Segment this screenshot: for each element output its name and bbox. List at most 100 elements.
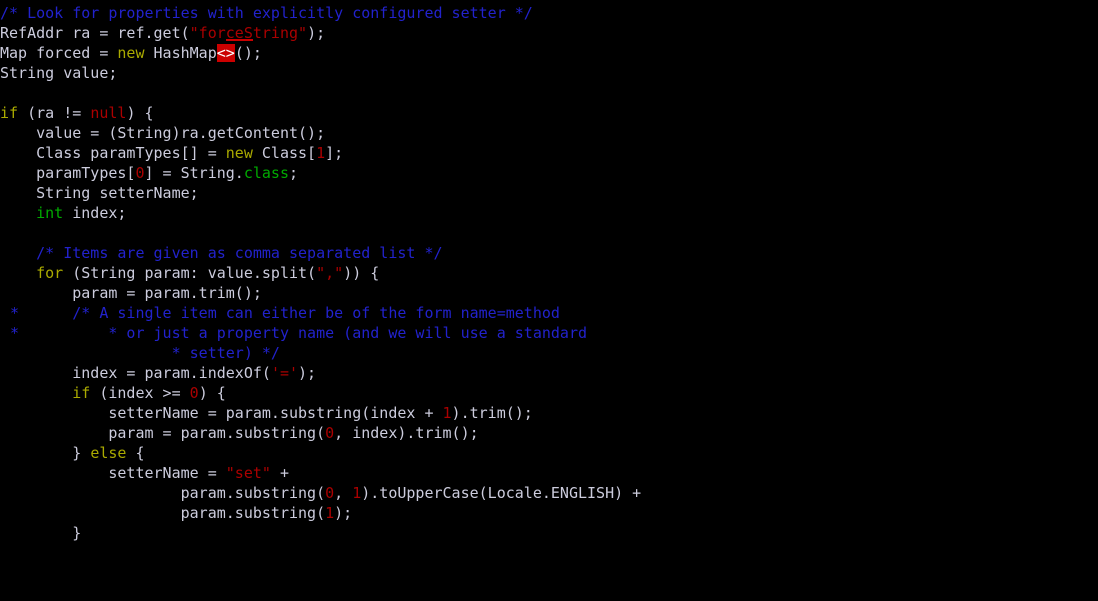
code-line[interactable]: paramTypes[0] = String.class; bbox=[0, 163, 1098, 183]
code-line[interactable]: index = param.indexOf('='); bbox=[0, 363, 1098, 383]
code-token-def: Class paramTypes[] = bbox=[0, 144, 226, 162]
code-line[interactable] bbox=[0, 223, 1098, 243]
code-token-def: setterName = param.substring(index + bbox=[0, 404, 443, 422]
gutter-asterisk-mark: * bbox=[10, 324, 20, 342]
code-token-def: param = param.substring( bbox=[0, 424, 326, 442]
code-line[interactable]: param.substring(0, 1).toUpperCase(Locale… bbox=[0, 483, 1098, 503]
code-token-def: index; bbox=[63, 204, 127, 222]
code-line[interactable]: if (ra != null) { bbox=[0, 103, 1098, 123]
code-line[interactable]: param.substring(1); bbox=[0, 503, 1098, 523]
code-line[interactable]: param = param.trim(); bbox=[0, 283, 1098, 303]
code-line[interactable]: * or just a property name (and we will u… bbox=[0, 323, 1098, 343]
code-token-def: ; bbox=[289, 164, 299, 182]
code-token-def: Class[ bbox=[252, 144, 317, 162]
code-line[interactable]: } bbox=[0, 523, 1098, 543]
code-token-def: (); bbox=[234, 44, 262, 62]
code-token-def: setterName = bbox=[0, 464, 226, 482]
code-token-keyword: else bbox=[90, 444, 127, 462]
code-view[interactable]: /* Look for properties with explicitly c… bbox=[0, 3, 1098, 543]
code-token-def: ) { bbox=[126, 104, 154, 122]
code-token-def: ); bbox=[307, 24, 326, 42]
code-token-def: ] = String. bbox=[144, 164, 244, 182]
code-token-def: index = param.indexOf( bbox=[0, 364, 271, 382]
code-token-def: } bbox=[0, 524, 82, 542]
code-line[interactable]: Map forced = new HashMap<>(); bbox=[0, 43, 1098, 63]
code-token-def: value = (String)ra.getContent(); bbox=[0, 124, 326, 142]
code-token-def: , index).trim(); bbox=[334, 424, 479, 442]
code-line[interactable]: RefAddr ra = ref.get("forceString"); bbox=[0, 23, 1098, 43]
code-token-def: RefAddr ra = ref.get( bbox=[0, 24, 190, 42]
code-line[interactable]: /* Look for properties with explicitly c… bbox=[0, 3, 1098, 23]
code-token-def: (String param: value.split( bbox=[63, 264, 317, 282]
code-token-string: "set" bbox=[225, 464, 271, 482]
code-token-number: 0 bbox=[189, 384, 199, 402]
code-token-def: (ra != bbox=[18, 104, 91, 122]
code-token-def: param.substring( bbox=[0, 484, 326, 502]
code-line[interactable]: * setter) */ bbox=[0, 343, 1098, 363]
code-line[interactable]: String value; bbox=[0, 63, 1098, 83]
code-token-keyword: new bbox=[117, 44, 145, 62]
code-token-def: ]; bbox=[325, 144, 344, 162]
code-line[interactable]: setterName = "set" + bbox=[0, 463, 1098, 483]
code-token-def: { bbox=[126, 444, 145, 462]
code-token-string: "," bbox=[316, 264, 344, 282]
code-token-def bbox=[0, 244, 36, 262]
code-token-def: ); bbox=[334, 504, 353, 522]
code-token-def: param = param.trim(); bbox=[0, 284, 262, 302]
code-token-character: '=' bbox=[270, 364, 299, 382]
code-token-number: 1 bbox=[352, 484, 362, 502]
editor-window: /* Look for properties with explicitly c… bbox=[0, 0, 1098, 601]
code-token-def bbox=[0, 264, 36, 282]
code-token-type: class bbox=[243, 164, 289, 182]
code-line[interactable]: value = (String)ra.getContent(); bbox=[0, 123, 1098, 143]
code-token-number: 0 bbox=[325, 484, 335, 502]
code-token-def: ).toUpperCase(Locale.ENGLISH) + bbox=[361, 484, 642, 502]
code-line[interactable]: } else { bbox=[0, 443, 1098, 463]
code-line[interactable]: setterName = param.substring(index + 1).… bbox=[0, 403, 1098, 423]
code-line[interactable]: param = param.substring(0, index).trim()… bbox=[0, 423, 1098, 443]
code-token-type: int bbox=[36, 204, 64, 222]
code-token-comment: * or just a property name (and we will u… bbox=[108, 324, 588, 342]
code-token-number: 0 bbox=[325, 424, 335, 442]
code-token-def: Map forced = bbox=[0, 44, 118, 62]
code-token-comment: /* Look for properties with explicitly c… bbox=[0, 4, 533, 22]
code-token-def: HashMap bbox=[144, 44, 217, 62]
code-token-keyword: new bbox=[225, 144, 253, 162]
code-token-keyword: if bbox=[0, 104, 19, 122]
code-token-def: paramTypes[ bbox=[0, 164, 136, 182]
code-token-def: (index >= bbox=[90, 384, 190, 402]
code-token-string: null bbox=[90, 104, 127, 122]
code-token-def bbox=[0, 204, 36, 222]
code-token-string: "for bbox=[189, 24, 226, 42]
code-token-def: ); bbox=[298, 364, 317, 382]
code-token-number: 1 bbox=[316, 144, 326, 162]
code-token-error: <> bbox=[216, 44, 235, 62]
code-line[interactable]: for (String param: value.split(",")) { bbox=[0, 263, 1098, 283]
code-token-comment: /* Items are given as comma separated li… bbox=[36, 244, 443, 262]
code-token-def: )) { bbox=[343, 264, 380, 282]
code-token-keyword: if bbox=[72, 384, 91, 402]
code-line[interactable]: /* A single item can either be of the fo… bbox=[0, 303, 1098, 323]
code-token-def: String setterName; bbox=[0, 184, 199, 202]
code-token-number: 1 bbox=[442, 404, 452, 422]
gutter-asterisk-mark: * bbox=[10, 304, 20, 322]
code-line[interactable]: String setterName; bbox=[0, 183, 1098, 203]
code-line[interactable]: /* Items are given as comma separated li… bbox=[0, 243, 1098, 263]
code-token-def: String value; bbox=[0, 64, 118, 82]
code-token-def: + bbox=[270, 464, 289, 482]
code-token-def: param.substring( bbox=[0, 504, 326, 522]
code-line[interactable] bbox=[0, 83, 1098, 103]
code-line[interactable]: if (index >= 0) { bbox=[0, 383, 1098, 403]
code-token-def bbox=[0, 384, 72, 402]
code-token-def: , bbox=[334, 484, 353, 502]
code-line[interactable]: int index; bbox=[0, 203, 1098, 223]
code-token-def: ).trim(); bbox=[451, 404, 533, 422]
code-line[interactable]: Class paramTypes[] = new Class[1]; bbox=[0, 143, 1098, 163]
code-token-def: ) { bbox=[198, 384, 226, 402]
code-token-number: 0 bbox=[135, 164, 145, 182]
code-token-keyword: for bbox=[36, 264, 64, 282]
code-token-def: } bbox=[0, 444, 91, 462]
code-token-comment: /* A single item can either be of the fo… bbox=[72, 304, 560, 322]
code-token-squiggle: ceS bbox=[225, 24, 253, 42]
code-token-number: 1 bbox=[325, 504, 335, 522]
